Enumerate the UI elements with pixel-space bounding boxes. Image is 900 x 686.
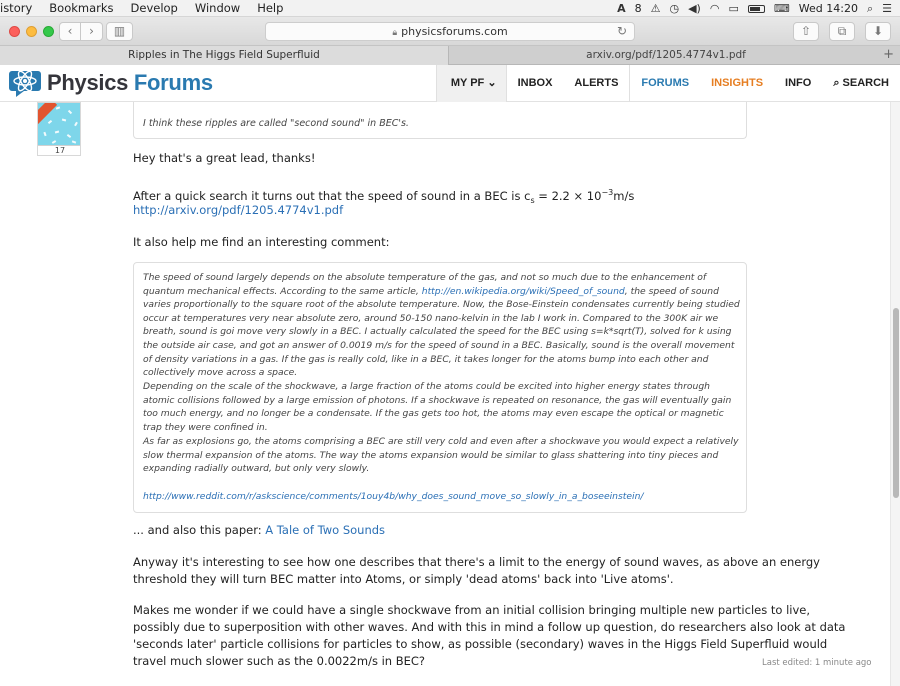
scrollbar-thumb[interactable] <box>893 308 899 498</box>
post-line-paper: ... and also this paper: A Tale of Two S… <box>133 522 385 539</box>
post-line-comment: It also help me find an interesting comm… <box>133 235 390 249</box>
download-icon: ⬇ <box>872 24 884 38</box>
menu-develop[interactable]: Develop <box>131 0 178 17</box>
chevron-left-icon: ‹ <box>67 24 73 38</box>
notification-center-icon[interactable]: ☰ <box>882 0 892 17</box>
site-header: Physics Forums MY PF ⌄ INBOX ALERTS FORU… <box>0 65 900 102</box>
arxiv-link[interactable]: http://arxiv.org/pdf/1205.4774v1.pdf <box>133 203 343 217</box>
nav-my-pf[interactable]: MY PF ⌄ <box>435 65 507 102</box>
avatar[interactable]: 17 <box>37 102 81 156</box>
quote-top-text: I think these ripples are called "second… <box>143 118 409 129</box>
display-icon[interactable]: ▭ <box>728 0 738 17</box>
quote-block-comment: The speed of sound largely depends on th… <box>133 262 747 513</box>
window-controls <box>9 26 54 37</box>
atom-logo-icon <box>9 70 41 97</box>
post-line-energy: Anyway it's interesting to see how one d… <box>133 555 820 586</box>
new-tab-button[interactable]: + <box>883 46 894 64</box>
battery-icon[interactable] <box>747 4 765 13</box>
tab-title: Ripples in The Higgs Field Superfluid <box>128 49 320 61</box>
forward-button[interactable]: › <box>81 22 103 41</box>
nav-inbox[interactable]: INBOX <box>507 65 564 102</box>
site-logo[interactable]: Physics Forums <box>9 68 213 98</box>
menu-clock[interactable]: Wed 14:20 <box>799 0 858 17</box>
quote-p1-end: , the speed of sound varies proportional… <box>143 285 740 379</box>
spotlight-icon[interactable]: ⌕ <box>867 0 873 17</box>
adobe-count: 8 <box>634 2 642 15</box>
post-line-question: Makes me wonder if we could have a singl… <box>133 603 846 668</box>
quote-paragraph-1: The speed of sound largely depends on th… <box>143 271 741 380</box>
input-source-icon[interactable]: ⌨ <box>774 0 790 17</box>
page-scrollbar[interactable] <box>890 102 900 686</box>
paper-text: ... and also this paper: <box>133 523 266 537</box>
macos-menu-bar: istory Bookmarks Develop Window Help A 8… <box>0 0 900 17</box>
thread-page: 17 I think these ripples are called "sec… <box>0 102 890 686</box>
tale-of-two-sounds-link[interactable]: A Tale of Two Sounds <box>265 523 385 537</box>
speed-superscript: −3 <box>601 188 614 197</box>
warning-icon[interactable]: ⚠ <box>651 0 661 17</box>
site-name: Physics Forums <box>47 70 213 96</box>
downloads-button[interactable]: ⬇ <box>865 22 891 41</box>
reddit-link[interactable]: http://www.reddit.com/r/askscience/comme… <box>143 491 644 502</box>
browser-toolbar: ‹ › ▥ 🔒︎ physicsforums.com ↻ ⇧ ⧉ ⬇ <box>0 17 900 46</box>
speed-text-pre: After a quick search it turns out that t… <box>133 188 531 203</box>
sidebar-icon: ▥ <box>113 24 126 38</box>
logo-word-forums: Forums <box>133 70 213 95</box>
nav-info[interactable]: INFO <box>774 65 822 102</box>
menu-bookmarks[interactable]: Bookmarks <box>49 0 113 17</box>
nav-forums[interactable]: FORUMS <box>629 65 700 102</box>
speed-text-mid: = 2.2 × 10 <box>534 188 602 203</box>
back-button[interactable]: ‹ <box>59 22 81 41</box>
tab-title: arxiv.org/pdf/1205.4774v1.pdf <box>586 49 746 61</box>
tab-bar: Ripples in The Higgs Field Superfluid ar… <box>0 46 900 65</box>
chevron-down-icon: ⌄ <box>487 77 497 89</box>
volume-icon[interactable]: ◀) <box>688 0 701 17</box>
nav-search[interactable]: ⌕ SEARCH <box>822 65 900 102</box>
chevron-right-icon: › <box>89 24 94 38</box>
plus-icon: + <box>883 47 894 62</box>
nav-alerts[interactable]: ALERTS <box>563 65 629 102</box>
menu-help[interactable]: Help <box>257 0 283 17</box>
nav-search-label: SEARCH <box>842 77 889 89</box>
last-edited-label: Last edited: 1 minute ago <box>762 658 872 668</box>
share-button[interactable]: ⇧ <box>793 22 819 41</box>
menu-history[interactable]: istory <box>0 0 32 17</box>
tab-arxiv-pdf[interactable]: arxiv.org/pdf/1205.4774v1.pdf <box>450 46 882 65</box>
wifi-icon[interactable]: ◠ <box>710 0 720 17</box>
logo-word-physics: Physics <box>47 70 129 95</box>
wikipedia-link[interactable]: http://en.wikipedia.org/wiki/Speed_of_so… <box>422 286 625 297</box>
quote-paragraph-4: http://www.reddit.com/r/askscience/comme… <box>143 490 741 504</box>
avatar-count: 17 <box>38 145 80 155</box>
speed-text-post: m/s <box>613 188 635 203</box>
adobe-icon[interactable]: A <box>617 0 626 17</box>
zoom-window-button[interactable] <box>43 26 54 37</box>
tab-ripples-higgs[interactable]: Ripples in The Higgs Field Superfluid <box>0 46 449 65</box>
share-icon: ⇧ <box>800 24 812 38</box>
lock-icon: 🔒︎ <box>392 28 398 38</box>
nav-insights[interactable]: INSIGHTS <box>700 65 774 102</box>
post-line-thanks: Hey that's a great lead, thanks! <box>133 151 316 165</box>
main-nav: MY PF ⌄ INBOX ALERTS FORUMS INSIGHTS INF… <box>435 65 900 102</box>
quote-block-top: I think these ripples are called "second… <box>133 102 747 139</box>
search-icon: ⌕ <box>833 77 840 89</box>
sidebar-toggle-button[interactable]: ▥ <box>106 22 133 41</box>
minimize-window-button[interactable] <box>26 26 37 37</box>
nav-my-pf-label: MY PF <box>450 77 485 89</box>
tab-overview-button[interactable]: ⧉ <box>829 22 855 41</box>
close-window-button[interactable] <box>9 26 20 37</box>
quote-paragraph-3: As far as explosions go, the atoms compr… <box>143 436 739 475</box>
address-bar[interactable]: 🔒︎ physicsforums.com ↻ <box>265 22 635 41</box>
address-text: physicsforums.com <box>401 25 508 38</box>
reload-icon[interactable]: ↻ <box>617 23 627 40</box>
time-machine-icon[interactable]: ◷ <box>669 0 679 17</box>
quote-paragraph-2: Depending on the scale of the shockwave,… <box>143 381 732 433</box>
tabs-icon: ⧉ <box>837 24 847 38</box>
post-line-arxiv: http://arxiv.org/pdf/1205.4774v1.pdf <box>133 202 343 219</box>
menu-window[interactable]: Window <box>195 0 240 17</box>
